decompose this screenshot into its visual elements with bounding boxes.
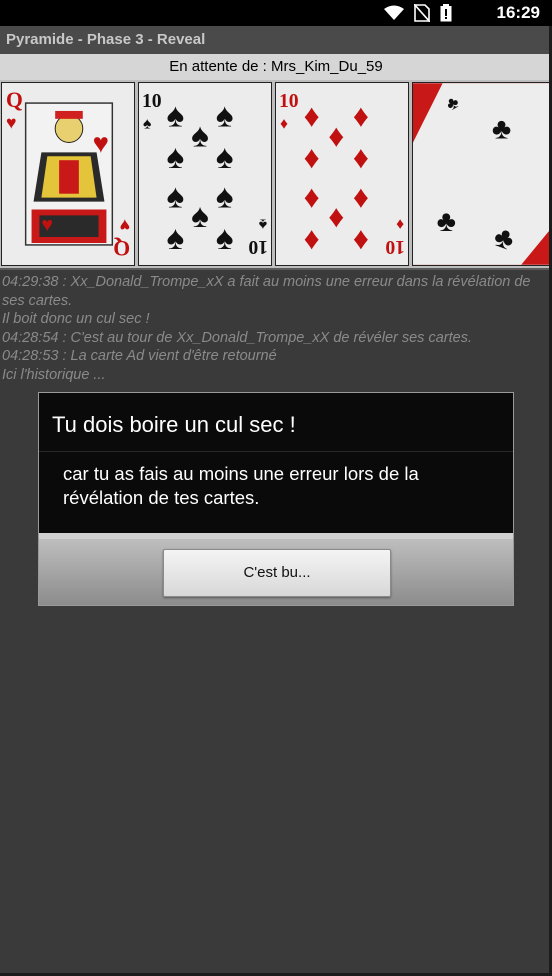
svg-text:♦: ♦ xyxy=(396,215,404,232)
svg-text:♠: ♠ xyxy=(191,198,209,235)
status-icons xyxy=(384,4,452,22)
svg-text:♠: ♠ xyxy=(259,215,267,232)
dialog-title: Tu dois boire un cul sec ! xyxy=(39,393,513,452)
card-rank: 10 xyxy=(279,90,299,112)
svg-text:Q: Q xyxy=(113,236,130,260)
card-rank: Q xyxy=(6,88,23,112)
history-line: 04:28:54 : C'est au tour de Xx_Donald_Tr… xyxy=(2,329,472,346)
svg-text:10: 10 xyxy=(385,236,405,258)
svg-text:♠: ♠ xyxy=(216,178,234,215)
svg-text:♠: ♠ xyxy=(216,98,234,135)
svg-text:♦: ♦ xyxy=(353,139,369,175)
card-suit-icon: ♠ xyxy=(143,116,151,133)
svg-text:♣: ♣ xyxy=(437,205,456,238)
confirm-button[interactable]: C'est bu... xyxy=(163,549,391,597)
card-ten-spades[interactable]: 10 ♠ ♠ ♠ ♠ ♠ ♠ ♠ ♠ ♠ ♠ ♠ 10 ♠ xyxy=(138,82,272,266)
history-log: 04:29:38 : Xx_Donald_Trompe_xX a fait au… xyxy=(0,268,552,976)
svg-text:♥: ♥ xyxy=(41,214,53,236)
svg-text:♦: ♦ xyxy=(304,98,320,134)
svg-text:♠: ♠ xyxy=(216,220,234,257)
app-title: Pyramide - Phase 3 - Reveal xyxy=(0,26,552,54)
history-line: 04:28:53 : La carte Ad vient d'être reto… xyxy=(2,348,277,364)
svg-text:♥: ♥ xyxy=(93,127,109,158)
status-bar: 16:29 xyxy=(0,0,552,26)
svg-text:♠: ♠ xyxy=(167,98,185,135)
card-queen-hearts[interactable]: Q ♥ ♥ ♥ Q ♥ xyxy=(1,82,135,266)
card-suit-icon: ♦ xyxy=(280,116,288,133)
dialog-footer: C'est bu... xyxy=(39,533,513,605)
history-line: Il boit donc un cul sec ! xyxy=(2,311,150,327)
card-ten-diamonds[interactable]: 10 ♦ ♦ ♦ ♦ ♦ ♦ ♦ ♦ ♦ ♦ ♦ 10 ♦ xyxy=(275,82,409,266)
svg-text:10: 10 xyxy=(248,236,268,258)
svg-text:♠: ♠ xyxy=(167,178,185,215)
cards-row: Q ♥ ♥ ♥ Q ♥ 10 ♠ ♠ ♠ ♠ ♠ ♠ ♠ ♠ ♠ ♠ ♠ 10 … xyxy=(0,80,552,268)
svg-text:♠: ♠ xyxy=(191,117,209,154)
svg-text:♦: ♦ xyxy=(353,178,369,214)
status-time: 16:29 xyxy=(496,3,540,22)
svg-text:♦: ♦ xyxy=(353,220,369,256)
card-suit-icon: ♥ xyxy=(6,113,17,133)
history-line: Ici l'historique ... xyxy=(2,366,106,383)
svg-text:♦: ♦ xyxy=(304,139,320,175)
svg-text:♦: ♦ xyxy=(328,198,344,234)
svg-text:♦: ♦ xyxy=(304,220,320,256)
svg-text:♠: ♠ xyxy=(167,220,185,257)
card-rank: 10 xyxy=(142,90,162,112)
svg-text:♦: ♦ xyxy=(304,178,320,214)
wifi-icon xyxy=(384,5,404,20)
battery-icon xyxy=(440,4,452,22)
dialog-message: car tu as fais au moins une erreur lors … xyxy=(63,463,419,508)
svg-text:♦: ♦ xyxy=(353,98,369,134)
svg-text:♠: ♠ xyxy=(167,139,185,176)
svg-text:♠: ♠ xyxy=(216,139,234,176)
history-line: 04:29:38 : Xx_Donald_Trompe_xX a fait au… xyxy=(2,274,535,309)
svg-text:♥: ♥ xyxy=(120,215,131,235)
no-sim-icon xyxy=(414,4,430,22)
svg-text:♦: ♦ xyxy=(328,117,344,153)
card-clubs[interactable]: ♣ ♣ ♣ ♣ xyxy=(412,82,550,266)
svg-text:♣: ♣ xyxy=(492,113,511,146)
waiting-for-player: En attente de : Mrs_Kim_Du_59 xyxy=(0,54,552,80)
alert-dialog: Tu dois boire un cul sec ! car tu as fai… xyxy=(38,392,514,606)
